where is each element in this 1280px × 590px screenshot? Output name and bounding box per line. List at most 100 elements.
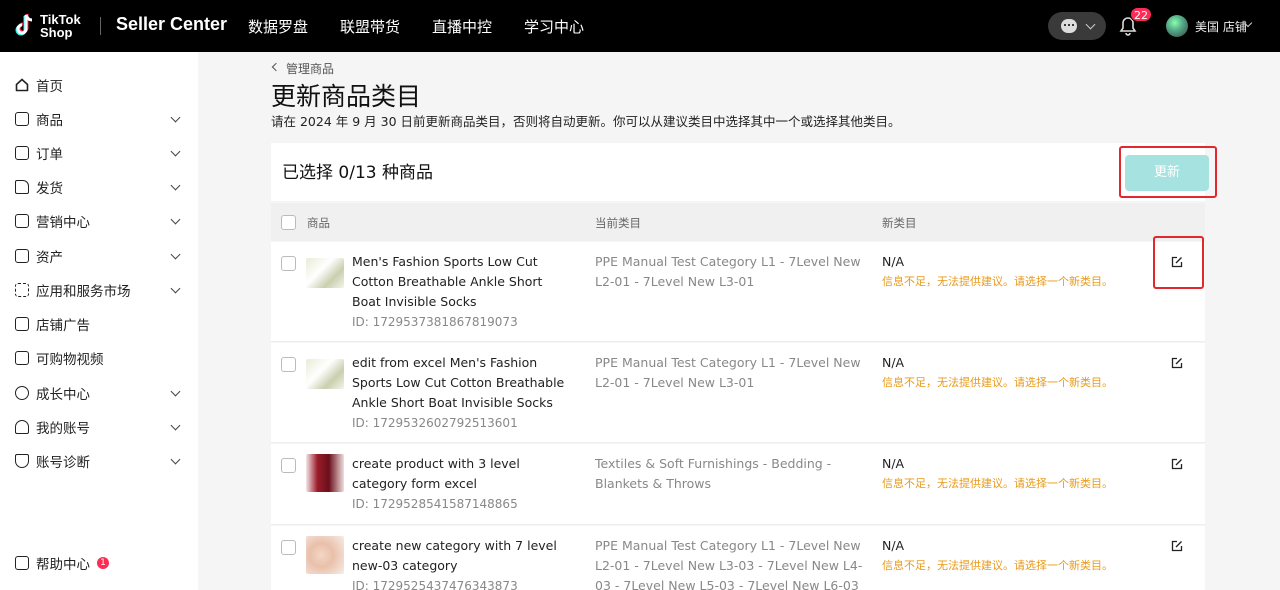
row-checkbox[interactable]	[281, 357, 296, 372]
chevron-down-icon	[170, 214, 181, 224]
new-category-hint: 信息不足，无法提供建议。请选择一个新类目。	[882, 477, 1113, 490]
table-row: create product with 3 level category for…	[271, 444, 1205, 525]
sidebar-item-help[interactable]: 帮助中心 1	[0, 546, 198, 580]
product-thumbnail	[306, 536, 344, 574]
sidebar-item-label: 帮助中心	[36, 557, 90, 573]
chevron-down-icon	[170, 386, 181, 396]
marketing-icon	[15, 214, 29, 228]
table-row: Men's Fashion Sports Low Cut Cotton Brea…	[271, 242, 1205, 342]
order-icon	[15, 146, 29, 160]
sidebar-item-label: 订单	[36, 147, 63, 163]
highlight-edit-button	[1153, 236, 1204, 289]
growth-icon	[15, 386, 29, 400]
current-category: Textiles & Soft Furnishings - Bedding - …	[595, 456, 832, 491]
product-name: create product with 3 level category for…	[352, 456, 520, 491]
chevron-down-icon	[170, 146, 181, 156]
product-id: ID: 1729532602792513601	[352, 416, 518, 430]
notification-badge: 22	[1130, 7, 1152, 22]
shop-avatar[interactable]	[1166, 15, 1188, 37]
apps-icon	[15, 283, 29, 297]
sidebar-item-products[interactable]: 商品	[0, 102, 198, 136]
top-bar: TikTok Shop Seller Center 数据罗盘 联盟带货 直播中控…	[0, 0, 1280, 52]
new-category-hint: 信息不足，无法提供建议。请选择一个新类目。	[882, 559, 1113, 572]
product-id: ID: 1729537381867819073	[352, 315, 518, 329]
nav-live-control[interactable]: 直播中控	[432, 16, 492, 37]
selection-header: 已选择 0/13 种商品	[271, 143, 1205, 201]
back-link[interactable]: 管理商品	[274, 60, 334, 77]
nav-learning-center[interactable]: 学习中心	[524, 16, 584, 37]
chevron-down-icon	[170, 420, 181, 430]
current-category: PPE Manual Test Category L1 - 7Level New…	[595, 538, 863, 590]
shop-name[interactable]: 美国 店铺	[1195, 18, 1247, 35]
new-category: N/A 信息不足，无法提供建议。请选择一个新类目。	[882, 353, 1113, 393]
logo-divider	[100, 17, 101, 35]
row-checkbox[interactable]	[281, 458, 296, 473]
sidebar: 首页 商品 订单 发货 营销中心 资产 应用和服务市场 店铺广告 可购物视频 成…	[0, 52, 198, 590]
sidebar-item-shoppable-video[interactable]: 可购物视频	[0, 341, 198, 375]
chevron-down-icon	[170, 283, 181, 293]
current-category: PPE Manual Test Category L1 - 7Level New…	[595, 355, 861, 390]
new-category-hint: 信息不足，无法提供建议。请选择一个新类目。	[882, 376, 1113, 389]
tiktok-shop-logo[interactable]: TikTok Shop	[14, 11, 92, 41]
sidebar-item-account[interactable]: 我的账号	[0, 410, 198, 444]
nav-affiliate[interactable]: 联盟带货	[340, 16, 400, 37]
current-category: PPE Manual Test Category L1 - 7Level New…	[595, 254, 861, 289]
back-link-label: 管理商品	[286, 62, 335, 76]
sidebar-item-shop-ads[interactable]: 店铺广告	[0, 307, 198, 341]
column-new-category: 新类目	[882, 216, 917, 230]
product-name: create new category with 7 level new-03 …	[352, 538, 557, 573]
edit-icon[interactable]	[1171, 540, 1183, 552]
tiktok-note-icon	[14, 13, 36, 39]
sidebar-item-label: 应用和服务市场	[36, 284, 131, 300]
row-checkbox[interactable]	[281, 540, 296, 555]
product-id: ID: 1729528541587148865	[352, 497, 518, 511]
new-category-hint: 信息不足，无法提供建议。请选择一个新类目。	[882, 275, 1113, 288]
diagnosis-icon	[15, 454, 29, 468]
sidebar-item-shipping[interactable]: 发货	[0, 170, 198, 204]
sidebar-item-apps[interactable]: 应用和服务市场	[0, 273, 198, 307]
edit-icon[interactable]	[1171, 458, 1183, 470]
sidebar-item-orders[interactable]: 订单	[0, 136, 198, 170]
chevron-down-icon	[170, 112, 181, 122]
table-header: 商品 当前类目 新类目	[271, 203, 1205, 241]
wallet-icon	[15, 249, 29, 263]
chevron-down-icon	[170, 180, 181, 190]
edit-icon[interactable]	[1171, 357, 1183, 369]
new-category-value: N/A	[882, 355, 905, 370]
column-current-category: 当前类目	[595, 216, 641, 230]
sidebar-item-home[interactable]: 首页	[0, 68, 198, 102]
new-category-value: N/A	[882, 456, 905, 471]
top-nav: 数据罗盘 联盟带货 直播中控 学习中心	[248, 0, 616, 52]
sidebar-item-growth[interactable]: 成长中心	[0, 376, 198, 410]
new-category: N/A 信息不足，无法提供建议。请选择一个新类目。	[882, 536, 1113, 576]
chevron-down-icon	[170, 454, 181, 464]
product-thumbnail	[306, 454, 344, 492]
sidebar-item-label: 首页	[36, 79, 63, 95]
sidebar-item-label: 资产	[36, 250, 63, 266]
sidebar-item-marketing[interactable]: 营销中心	[0, 204, 198, 238]
selected-count: 已选择 0/13 种商品	[282, 163, 433, 183]
chat-button[interactable]	[1048, 12, 1106, 40]
select-all-checkbox[interactable]	[281, 215, 296, 230]
ads-icon	[15, 317, 29, 331]
seller-center-title[interactable]: Seller Center	[116, 14, 227, 35]
product-name: Men's Fashion Sports Low Cut Cotton Brea…	[352, 254, 543, 309]
product-icon	[15, 112, 29, 126]
new-category-value: N/A	[882, 538, 905, 553]
row-checkbox[interactable]	[281, 256, 296, 271]
new-category: N/A 信息不足，无法提供建议。请选择一个新类目。	[882, 252, 1113, 292]
video-icon	[15, 351, 29, 365]
nav-data-compass[interactable]: 数据罗盘	[248, 16, 308, 37]
sidebar-item-label: 成长中心	[36, 387, 90, 403]
shipping-icon	[15, 180, 29, 194]
product-info: edit from excel Men's Fashion Sports Low…	[352, 353, 574, 433]
sidebar-item-label: 商品	[36, 113, 63, 129]
new-category-value: N/A	[882, 254, 905, 269]
highlight-update-button	[1119, 146, 1217, 198]
sidebar-item-diagnosis[interactable]: 账号诊断	[0, 444, 198, 478]
sidebar-item-assets[interactable]: 资产	[0, 239, 198, 273]
sidebar-item-label: 店铺广告	[36, 318, 90, 334]
sidebar-item-label: 发货	[36, 181, 63, 197]
sidebar-item-label: 可购物视频	[36, 352, 104, 368]
product-thumbnail	[306, 258, 344, 288]
